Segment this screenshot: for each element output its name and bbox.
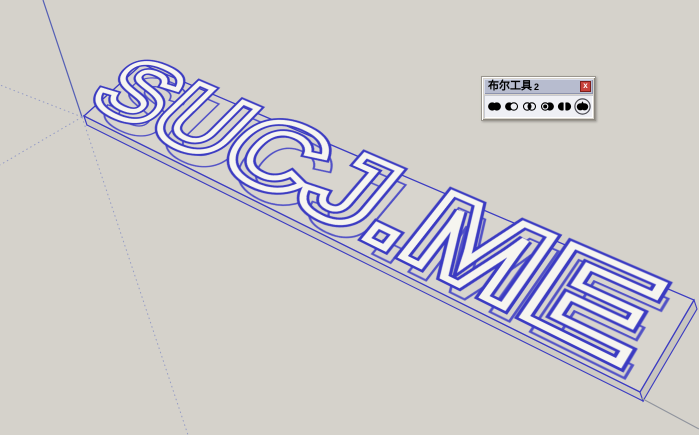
intersect-icon: [522, 100, 537, 113]
model-base-plate[interactable]: [84, 64, 697, 401]
boolean-subtract-button[interactable]: [504, 98, 521, 115]
boolean-toolbar-title: 布尔工具: [488, 79, 532, 94]
ground-axis-line: [641, 398, 699, 429]
subtract-icon: [504, 100, 519, 113]
trim-active-icon: [574, 98, 591, 115]
modeling-viewport[interactable]: SUCJ.ME SUCJ.ME SUCJ.ME: [0, 0, 699, 435]
boolean-trim-button[interactable]: [574, 98, 591, 115]
boolean-union-button[interactable]: [486, 98, 503, 115]
red-axis-negative-dotted-line: [0, 117, 82, 165]
exclude-icon: [540, 100, 555, 113]
scene-canvas: [0, 0, 699, 435]
plate-top-face: [84, 64, 694, 392]
green-axis-negative-dotted-line: [0, 85, 82, 117]
boolean-toolbar: 布尔工具 2 x: [481, 76, 596, 121]
boolean-split-button[interactable]: [556, 98, 573, 115]
boolean-toolbar-titlebar[interactable]: 布尔工具 2 x: [484, 79, 593, 94]
split-icon: [557, 100, 572, 113]
boolean-toolbar-icon-row: [484, 95, 593, 118]
boolean-exclude-button[interactable]: [539, 98, 556, 115]
blue-axis-line: [43, 0, 82, 117]
boolean-intersect-button[interactable]: [521, 98, 538, 115]
boolean-toolbar-title-number: 2: [534, 82, 539, 92]
union-icon: [487, 100, 502, 113]
close-icon[interactable]: x: [580, 81, 591, 92]
